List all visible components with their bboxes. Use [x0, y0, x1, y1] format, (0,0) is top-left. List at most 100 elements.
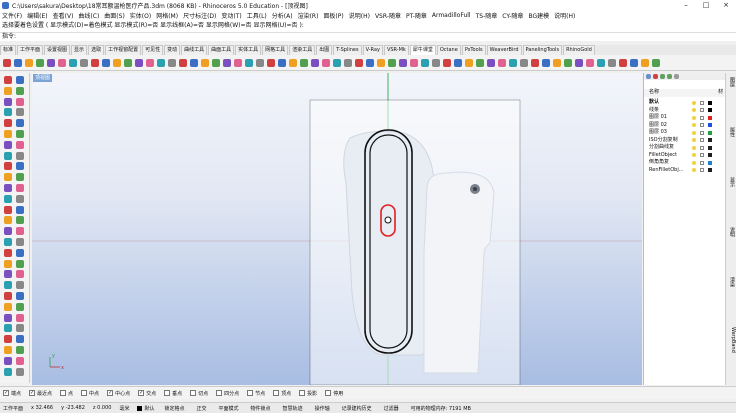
layer-row[interactable]: ISO分割复制: [644, 137, 725, 145]
toolbar-tab[interactable]: 可见性: [142, 45, 164, 55]
toolbar-tab[interactable]: 设置视图: [44, 45, 71, 55]
tool-icon[interactable]: [4, 184, 12, 192]
osnap-checkbox[interactable]: [325, 390, 332, 396]
osnap-option[interactable]: 停用: [325, 390, 343, 397]
menu-item[interactable]: 查看(V): [53, 11, 74, 20]
tool-icon[interactable]: [36, 58, 44, 67]
lock-icon[interactable]: [700, 108, 704, 112]
tool-icon[interactable]: [421, 58, 429, 67]
tool-icon[interactable]: [157, 58, 165, 67]
bulb-icon[interactable]: [692, 160, 696, 165]
toolbar-tab[interactable]: 工作视窗配置: [105, 45, 142, 55]
delete-layer-icon[interactable]: [653, 74, 658, 79]
tool-icon[interactable]: [4, 367, 12, 376]
lock-icon[interactable]: [700, 138, 704, 142]
tool-icon[interactable]: [234, 58, 242, 67]
tool-icon[interactable]: [4, 270, 12, 279]
filter-icon[interactable]: [674, 74, 679, 79]
tool-icon[interactable]: [16, 184, 24, 192]
osnap-option[interactable]: 四分点: [216, 390, 239, 397]
layer-color-swatch[interactable]: [708, 160, 712, 165]
tool-icon[interactable]: [630, 58, 638, 67]
tool-icon[interactable]: [16, 367, 24, 376]
toolbar-tab[interactable]: 渲染工具: [289, 45, 316, 55]
bulb-icon[interactable]: [692, 138, 696, 142]
side-tab[interactable]: 属性: [727, 127, 736, 137]
tool-icon[interactable]: [4, 76, 12, 84]
tool-icon[interactable]: [4, 216, 12, 225]
osnap-option[interactable]: 投影: [299, 390, 317, 397]
layer-color-swatch[interactable]: [708, 108, 712, 112]
tool-icon[interactable]: [223, 58, 231, 67]
status-toggle-button[interactable]: 平面模式: [217, 405, 241, 412]
status-toggle-button[interactable]: 智慧轨迹: [281, 405, 305, 412]
menu-item[interactable]: 说明(H): [349, 11, 370, 20]
tool-icon[interactable]: [16, 76, 24, 84]
osnap-option[interactable]: ✓ 最近点: [29, 390, 52, 397]
layer-row[interactable]: FilletObject: [644, 152, 725, 160]
tool-icon[interactable]: [16, 86, 24, 95]
tool-icon[interactable]: [4, 238, 12, 246]
osnap-checkbox[interactable]: [216, 390, 223, 396]
osnap-checkbox[interactable]: ✓: [3, 390, 9, 396]
bulb-icon[interactable]: [692, 153, 696, 157]
side-tab[interactable]: 图层: [727, 77, 736, 87]
tool-icon[interactable]: [388, 58, 396, 67]
tool-icon[interactable]: [256, 58, 264, 67]
tool-icon[interactable]: [4, 346, 12, 354]
tool-icon[interactable]: [641, 58, 649, 67]
lock-icon[interactable]: [700, 145, 704, 150]
tool-icon[interactable]: [531, 58, 539, 67]
minimize-button[interactable]: –: [676, 0, 696, 10]
tool-icon[interactable]: [16, 238, 24, 246]
osnap-checkbox[interactable]: [164, 390, 171, 396]
menu-item[interactable]: 说明(H): [554, 11, 575, 20]
tool-icon[interactable]: [16, 259, 24, 268]
viewport-top[interactable]: 顶视图 y x: [32, 73, 642, 385]
tool-icon[interactable]: [146, 58, 154, 67]
osnap-option[interactable]: 顶点: [273, 390, 291, 397]
tool-icon[interactable]: [278, 58, 286, 67]
tool-icon[interactable]: [14, 58, 22, 67]
tool-icon[interactable]: [542, 58, 550, 67]
osnap-option[interactable]: 垂点: [164, 390, 182, 397]
tool-icon[interactable]: [498, 58, 506, 67]
osnap-checkbox[interactable]: [273, 390, 280, 396]
osnap-option[interactable]: ✓ 端点: [3, 390, 21, 397]
tool-icon[interactable]: [4, 281, 12, 290]
tool-icon[interactable]: [16, 130, 24, 138]
osnap-option[interactable]: ✓ 交点: [138, 390, 156, 397]
tool-icon[interactable]: [311, 58, 319, 67]
osnap-checkbox[interactable]: [247, 390, 254, 396]
tool-icon[interactable]: [4, 205, 12, 214]
bulb-icon[interactable]: [692, 168, 696, 172]
tool-icon[interactable]: [4, 97, 12, 106]
tool-icon[interactable]: [212, 58, 220, 67]
tool-icon[interactable]: [113, 58, 121, 67]
osnap-option[interactable]: 切点: [190, 390, 208, 397]
tool-icon[interactable]: [4, 108, 12, 117]
tool-icon[interactable]: [4, 140, 12, 149]
tool-icon[interactable]: [16, 119, 24, 128]
layer-down-icon[interactable]: [667, 74, 672, 79]
tool-icon[interactable]: [4, 162, 12, 171]
tool-icon[interactable]: [16, 248, 24, 257]
status-toggle-button[interactable]: 操作轴: [313, 405, 332, 412]
tool-icon[interactable]: [91, 58, 99, 67]
tool-icon[interactable]: [509, 58, 517, 67]
toolbar-tab[interactable]: PanelingTools: [522, 45, 563, 55]
tool-icon[interactable]: [16, 324, 24, 333]
tool-icon[interactable]: [190, 58, 198, 67]
tool-icon[interactable]: [652, 58, 660, 67]
tool-icon[interactable]: [333, 58, 341, 67]
tool-icon[interactable]: [16, 194, 24, 203]
tool-icon[interactable]: [4, 173, 12, 182]
tool-icon[interactable]: [16, 173, 24, 182]
tool-icon[interactable]: [201, 58, 209, 67]
tool-icon[interactable]: [300, 58, 308, 67]
tool-icon[interactable]: [289, 58, 297, 67]
menu-item[interactable]: 网格(M): [156, 11, 178, 20]
close-button[interactable]: ×: [716, 0, 736, 10]
tool-icon[interactable]: [4, 86, 12, 95]
tool-icon[interactable]: [47, 58, 55, 67]
